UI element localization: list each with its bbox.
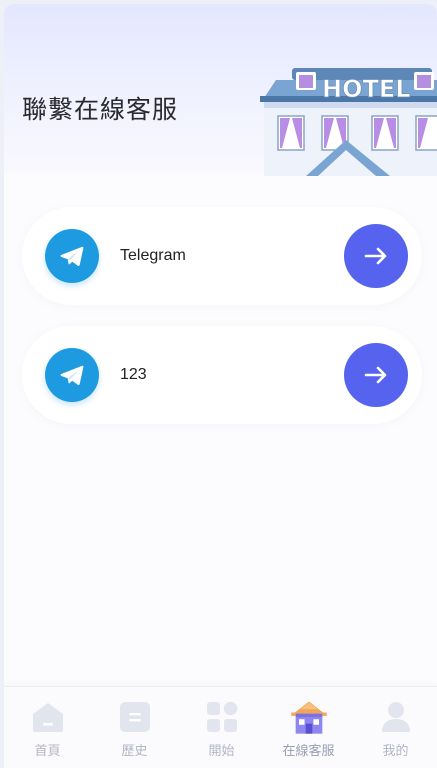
history-icon — [120, 702, 150, 732]
app-window: 聯繫在線客服 HOTEL Telegram 123 首頁 歷史 開始 在線客服 … — [4, 4, 437, 768]
arrow-right-icon — [364, 247, 387, 265]
tab-profile[interactable]: 我的 — [352, 687, 437, 768]
bottom-tab-bar: 首頁 歷史 開始 在線客服 我的 — [4, 686, 437, 768]
tab-history[interactable]: 歷史 — [91, 687, 178, 768]
tab-home[interactable]: 首頁 — [4, 687, 91, 768]
page-header: 聯繫在線客服 HOTEL — [4, 4, 437, 176]
tab-label: 我的 — [382, 744, 409, 759]
home-icon — [33, 703, 63, 732]
telegram-icon — [45, 229, 99, 283]
tab-label: 開始 — [208, 744, 235, 759]
contact-label: 123 — [120, 366, 147, 383]
contact-go-button[interactable] — [344, 224, 408, 288]
tab-label: 歷史 — [121, 744, 148, 759]
telegram-icon — [45, 348, 99, 402]
contact-card-123[interactable]: 123 — [22, 326, 422, 424]
arrow-right-icon — [364, 366, 387, 384]
profile-icon — [382, 702, 410, 732]
tab-customer-service[interactable]: 在線客服 — [265, 687, 352, 768]
grid-icon — [207, 701, 238, 732]
contact-label: Telegram — [120, 247, 186, 264]
tab-label: 首頁 — [34, 744, 61, 759]
page-title: 聯繫在線客服 — [22, 95, 179, 124]
contact-card-telegram[interactable]: Telegram — [22, 207, 422, 305]
hotel-sign: HOTEL — [322, 75, 411, 103]
tab-start[interactable]: 開始 — [178, 687, 265, 768]
customer-service-icon — [291, 701, 327, 734]
contact-go-button[interactable] — [344, 343, 408, 407]
tab-label: 在線客服 — [282, 744, 335, 759]
hotel-illustration: HOTEL — [260, 68, 437, 176]
